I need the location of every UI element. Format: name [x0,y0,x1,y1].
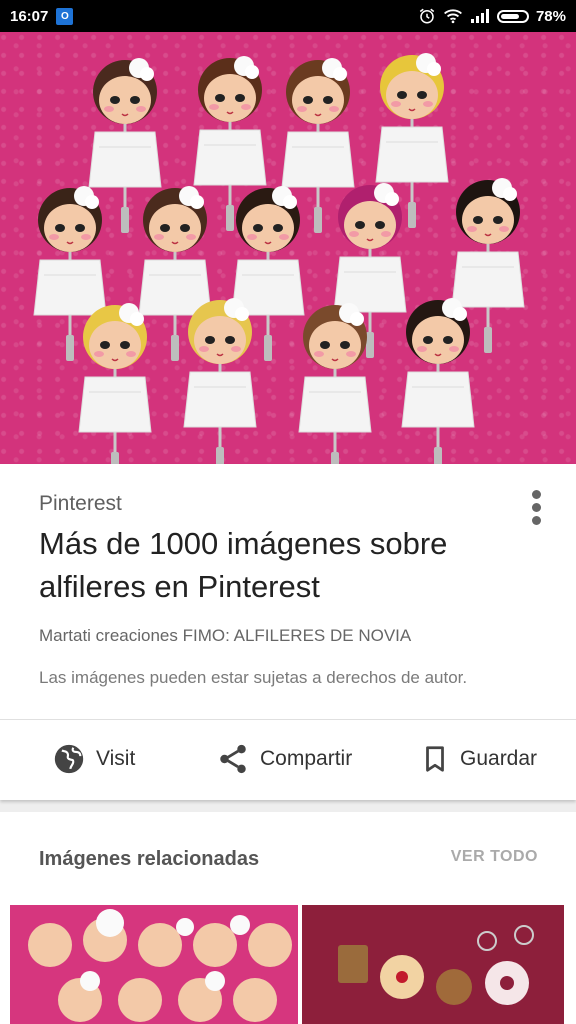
bride-pins-illustration [32,51,526,464]
thumbnail-keychains [338,925,534,1005]
source-site[interactable]: Pinterest [39,492,122,516]
share-label: Compartir [260,747,353,770]
outlook-icon: O [56,7,74,25]
divider [0,719,576,720]
save-button[interactable]: Guardar [420,738,537,780]
thumbnail-bride-pins [28,909,292,1022]
share-icon [220,744,246,774]
related-image-thumbnail[interactable] [10,905,298,1024]
bookmark-icon [426,746,444,772]
related-images-section: Imágenes relacionadas VER TODO [0,812,576,1024]
globe-icon [54,744,84,774]
battery-percent: 78% [535,7,566,25]
view-all-link[interactable]: VER TODO [451,848,538,866]
related-images-title: Imágenes relacionadas [39,848,260,870]
battery-icon [496,9,529,23]
result-caption: Martati creaciones FIMO: ALFILERES DE NO… [39,626,412,645]
copyright-notice: Las imágenes pueden estar sujetas a dere… [39,668,468,687]
share-button[interactable]: Compartir [216,738,352,780]
alarm-icon [419,8,435,24]
visit-button[interactable]: Visit [52,738,135,780]
result-image[interactable] [0,32,576,464]
status-time: 16:07 [10,7,49,25]
result-title[interactable]: Más de 1000 imágenes sobre alfileres en … [39,522,539,608]
wifi-icon [444,9,462,24]
signal-icon [470,9,489,23]
status-bar: 16:07 O 78% [0,0,576,32]
visit-label: Visit [96,747,136,770]
result-card: Pinterest Más de 1000 imágenes sobre alf… [0,464,576,800]
save-label: Guardar [460,747,538,770]
related-image-thumbnail[interactable] [302,905,564,1024]
